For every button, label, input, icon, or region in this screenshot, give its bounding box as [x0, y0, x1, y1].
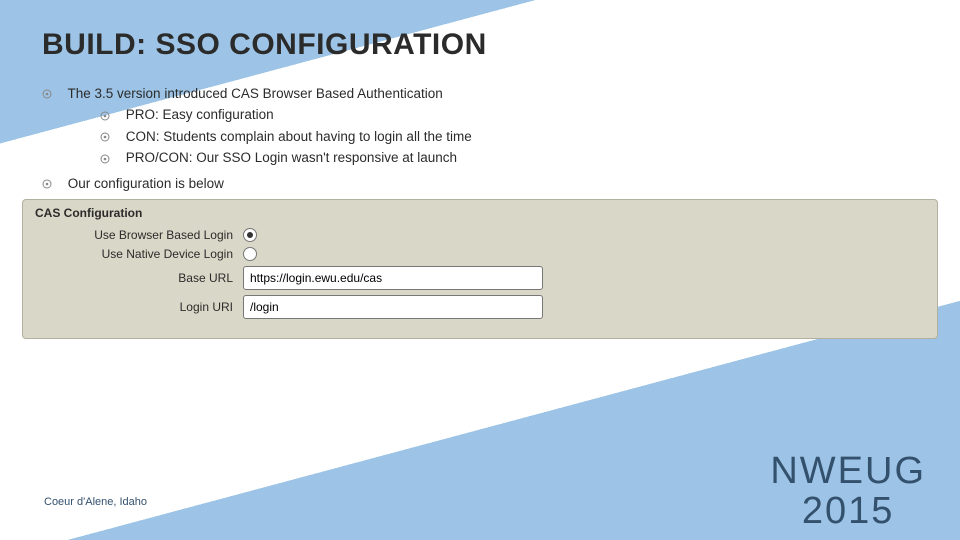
bullet-item: Our configuration is below [42, 176, 918, 191]
bullet-item: The 3.5 version introduced CAS Browser B… [42, 86, 918, 166]
footer-event: NWEUG 2015 [770, 452, 926, 532]
input-base-url[interactable] [243, 266, 543, 290]
sub-bullet-text: PRO/CON: Our SSO Login wasn't responsive… [126, 150, 457, 165]
cas-config-panel: CAS Configuration Use Browser Based Logi… [22, 199, 938, 339]
sub-bullet-item: CON: Students complain about having to l… [100, 129, 918, 144]
sub-bullet-text: PRO: Easy configuration [126, 107, 274, 122]
label-base-url: Base URL [33, 271, 243, 285]
bullet-icon [42, 177, 56, 191]
bullet-icon [100, 130, 114, 144]
radio-native-login[interactable] [243, 247, 257, 261]
bullet-icon [100, 109, 114, 123]
panel-heading: CAS Configuration [33, 206, 927, 220]
bullet-icon [100, 152, 114, 166]
footer-event-year: 2015 [770, 492, 926, 532]
bullet-icon [42, 87, 56, 101]
sub-bullet-item: PRO: Easy configuration [100, 107, 918, 122]
label-native-login: Use Native Device Login [33, 247, 243, 261]
bullet-text: The 3.5 version introduced CAS Browser B… [68, 86, 443, 101]
sub-bullet-item: PRO/CON: Our SSO Login wasn't responsive… [100, 150, 918, 165]
sub-bullet-text: CON: Students complain about having to l… [126, 129, 472, 144]
footer-event-name: NWEUG [770, 452, 926, 492]
slide-title: BUILD: SSO CONFIGURATION [42, 28, 918, 62]
radio-browser-login[interactable] [243, 228, 257, 242]
bullet-text: Our configuration is below [68, 176, 224, 191]
label-browser-login: Use Browser Based Login [33, 228, 243, 242]
footer-location: Coeur d'Alene, Idaho [44, 496, 147, 508]
bullet-list: The 3.5 version introduced CAS Browser B… [42, 86, 918, 191]
input-login-uri[interactable] [243, 295, 543, 319]
label-login-uri: Login URI [33, 300, 243, 314]
